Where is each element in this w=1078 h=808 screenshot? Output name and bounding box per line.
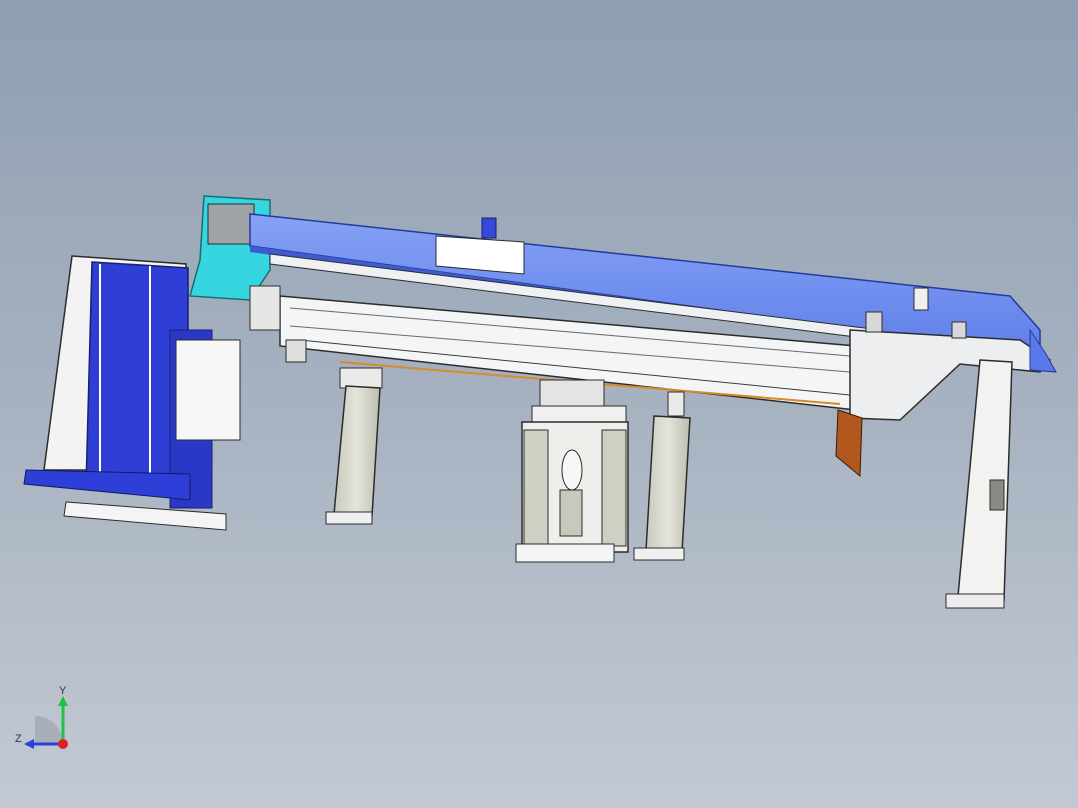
- coordinate-triad: Y Z: [15, 685, 68, 749]
- center-gripper-module[interactable]: [515, 379, 629, 563]
- model-viewport[interactable]: [0, 0, 1078, 808]
- left-lift-cylinder[interactable]: [325, 367, 383, 525]
- right-lift-cylinder[interactable]: [633, 391, 691, 561]
- rust-guide-plate[interactable]: [835, 409, 863, 478]
- z-axis-label: Z: [15, 733, 22, 745]
- right-support-leg[interactable]: [945, 359, 1013, 609]
- x-axis-dot-icon: [58, 739, 68, 749]
- y-axis-label: Y: [59, 685, 67, 697]
- triad-plane-icon: [35, 716, 63, 744]
- z-axis-arrowhead-icon: [24, 739, 34, 749]
- y-axis-arrowhead-icon: [58, 696, 68, 706]
